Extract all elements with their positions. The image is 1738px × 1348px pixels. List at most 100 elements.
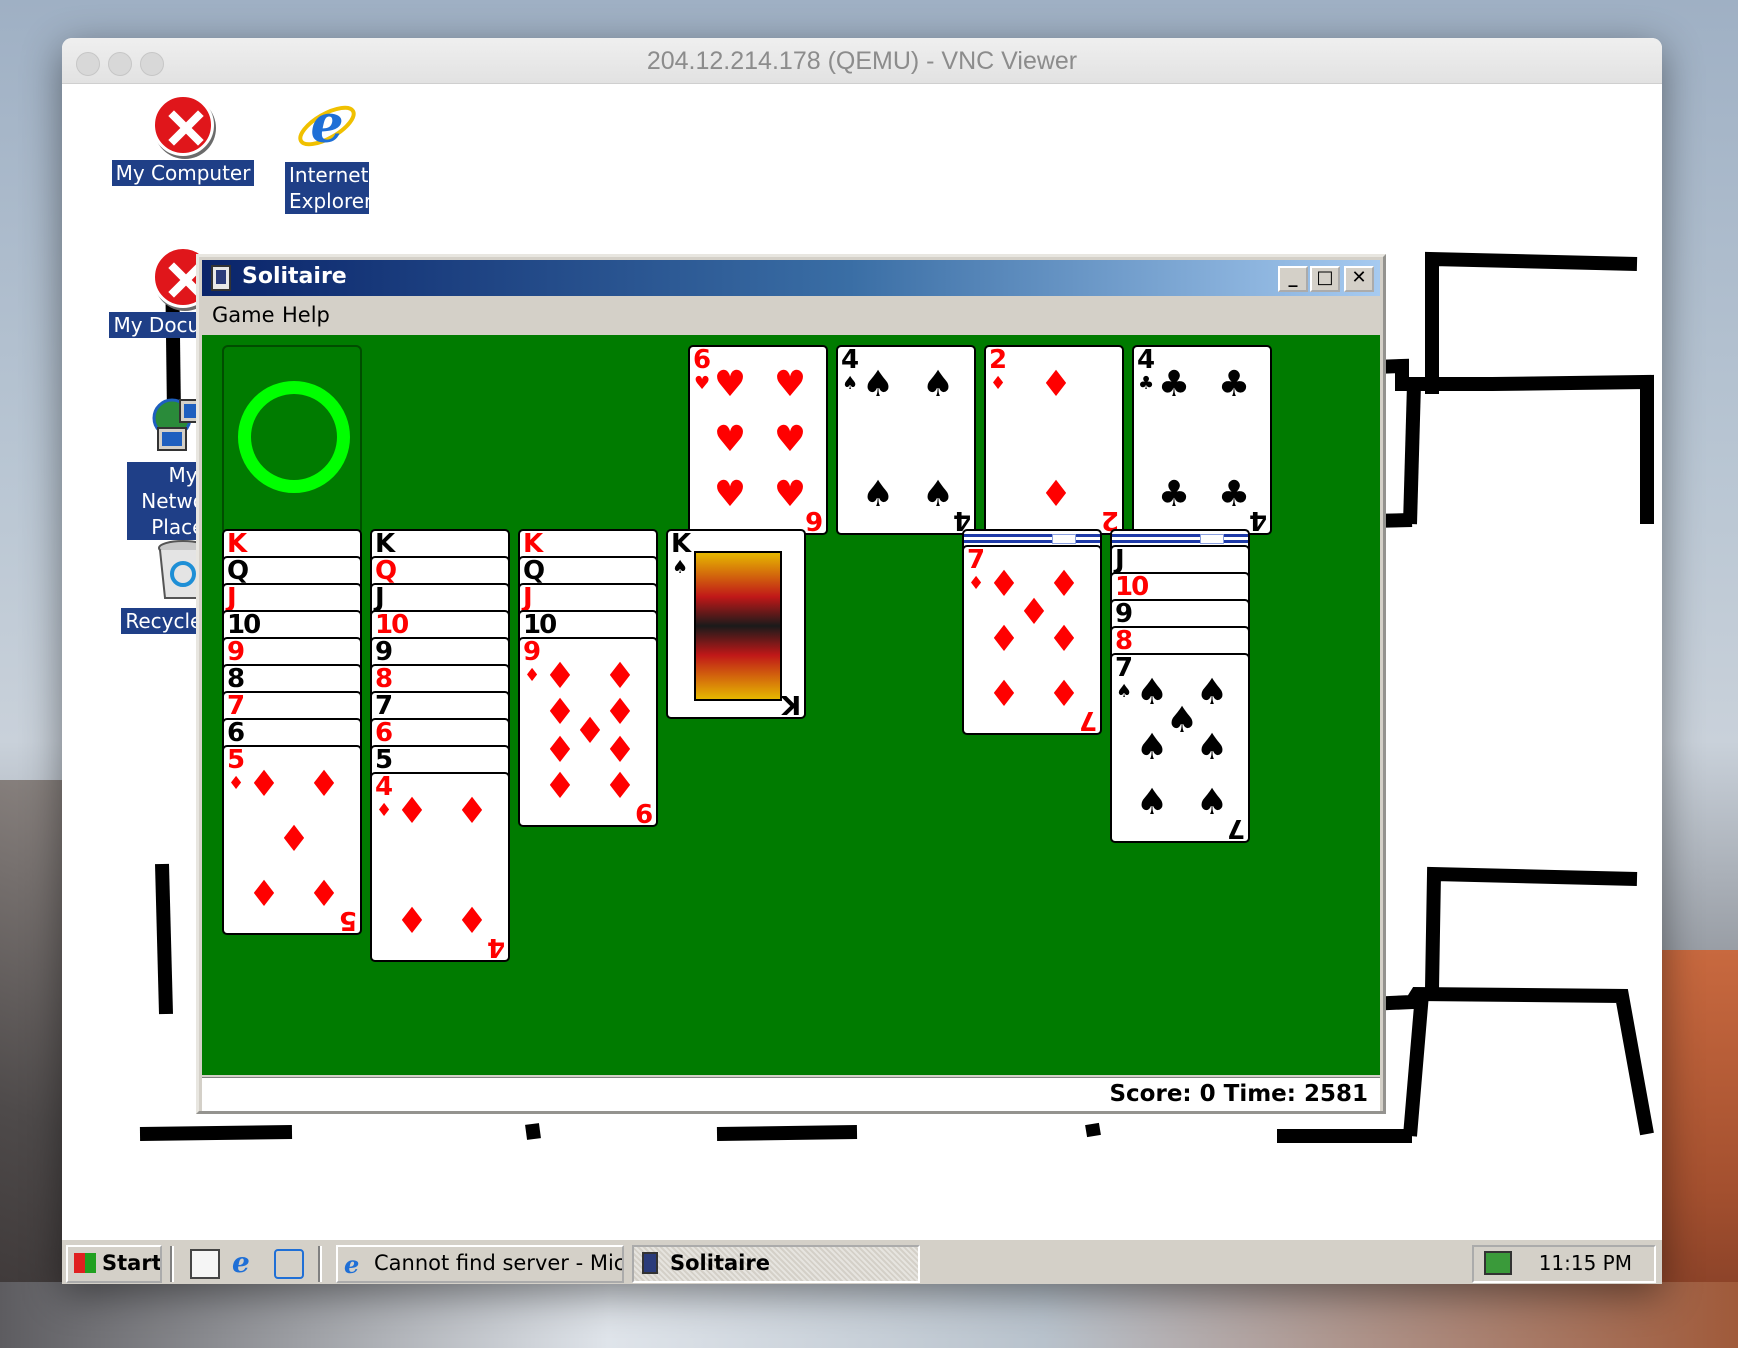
drawing-stroke bbox=[716, 1125, 858, 1141]
card-pip: ♦ bbox=[987, 619, 1021, 660]
card-pip: ♦ bbox=[395, 901, 429, 942]
solitaire-titlebar[interactable]: Solitaire _ □ ✕ bbox=[202, 260, 1380, 296]
svg-text:e: e bbox=[310, 94, 343, 155]
close-button[interactable]: ✕ bbox=[1344, 266, 1374, 292]
card-rank: Q bbox=[375, 556, 397, 586]
maximize-button[interactable]: □ bbox=[1310, 266, 1340, 292]
card-rank: J bbox=[227, 583, 237, 613]
card-pip: ♦ bbox=[543, 730, 577, 771]
clock: 11:15 PM bbox=[1538, 1251, 1632, 1275]
card-rank: 7 bbox=[375, 691, 393, 721]
solitaire-window: Solitaire _ □ ✕ Game Help 6 ♥ 6 ♥ ♥ ♥ ♥ ♥ ♥ 4 ♠ 4 ♠ ♠… bbox=[196, 254, 1386, 1114]
card-pip: ♦ bbox=[603, 730, 637, 771]
card-rank: 6 bbox=[375, 718, 393, 748]
card-pip: ♦ bbox=[395, 791, 429, 832]
playing-card[interactable]: 7 ♦ 7 ♦ ♦ ♦ ♦ ♦ ♦ ♦ bbox=[962, 545, 1102, 735]
vnc-titlebar[interactable]: 204.12.214.178 (QEMU) - VNC Viewer bbox=[62, 38, 1662, 84]
playing-card[interactable]: 4 ♣ 4 ♣ ♣ ♣ ♣ bbox=[1132, 345, 1272, 535]
solitaire-play-area[interactable]: 6♥6♥♥♥♥♥♥4♠4♠♠♠♠2♦2♦♦4♣4♣♣♣♣K♥Q♠J♥10♠9♥8… bbox=[202, 335, 1380, 1075]
windows-desktop[interactable]: My Computer e Internet Explorer My Docum… bbox=[62, 84, 1662, 1284]
show-desktop-icon[interactable] bbox=[190, 1249, 220, 1279]
card-pip: ♦ bbox=[987, 674, 1021, 715]
network-tray-icon[interactable] bbox=[1484, 1251, 1512, 1275]
desktop-icon-label: Internet Explorer bbox=[285, 162, 372, 214]
card-pip: ♦ bbox=[1039, 474, 1073, 515]
card-rank: J bbox=[375, 583, 385, 613]
playing-card[interactable]: 6 ♥ 6 ♥ ♥ ♥ ♥ ♥ ♥ bbox=[688, 345, 828, 535]
solitaire-title: Solitaire bbox=[242, 264, 347, 289]
card-suit-icon: ♠ bbox=[1116, 681, 1133, 702]
taskbar-separator bbox=[318, 1246, 322, 1282]
card-pip: ♣ bbox=[1217, 364, 1251, 405]
card-rank: K bbox=[375, 529, 395, 559]
internet-explorer-icon: e bbox=[298, 94, 356, 155]
card-pip: ♦ bbox=[277, 819, 311, 860]
internet-explorer-quicklaunch-icon[interactable]: e bbox=[232, 1249, 262, 1279]
card-pip: ♦ bbox=[1047, 674, 1081, 715]
card-pip: ♠ bbox=[1195, 782, 1229, 823]
drawing-stroke bbox=[139, 1125, 293, 1141]
playing-card[interactable]: 4 ♠ 4 ♠ ♠ ♠ ♠ bbox=[836, 345, 976, 535]
card-rank: J bbox=[523, 583, 533, 613]
card-pip: ♠ bbox=[921, 474, 955, 515]
minimize-button[interactable]: _ bbox=[1278, 266, 1308, 292]
card-rank: 7 bbox=[227, 691, 245, 721]
card-pip: ♣ bbox=[1157, 364, 1191, 405]
solitaire-app-icon bbox=[642, 1252, 658, 1274]
face-card-art bbox=[694, 551, 782, 701]
playing-card[interactable]: K ♠ K bbox=[666, 529, 806, 719]
playing-card[interactable]: 2 ♦ 2 ♦ ♦ bbox=[984, 345, 1124, 535]
desktop-icon-internet-explorer[interactable]: e Internet Explorer bbox=[252, 94, 402, 214]
card-rank: 6 bbox=[693, 345, 711, 375]
card-rank: K bbox=[227, 529, 247, 559]
menu-help[interactable]: Help bbox=[282, 303, 330, 327]
card-pip: ♦ bbox=[543, 656, 577, 697]
card-pip: ♠ bbox=[1195, 727, 1229, 768]
card-pip: ♠ bbox=[1135, 782, 1169, 823]
playing-card[interactable]: 4 ♦ 4 ♦ ♦ ♦ ♦ bbox=[370, 772, 510, 962]
card-rank: 8 bbox=[1115, 626, 1133, 656]
card-pip: ♦ bbox=[543, 766, 577, 807]
card-rank: 5 bbox=[375, 745, 393, 775]
menu-game[interactable]: Game bbox=[212, 303, 275, 327]
taskbar-task-ie[interactable]: e Cannot find server - Micr... bbox=[336, 1245, 624, 1283]
card-rank: 9 bbox=[375, 637, 393, 667]
card-pip: ♦ bbox=[247, 764, 281, 805]
card-pip: ♠ bbox=[1135, 727, 1169, 768]
card-suit-icon: ♦ bbox=[990, 373, 1007, 394]
solitaire-statusbar: Score: 0 Time: 2581 bbox=[202, 1077, 1380, 1111]
card-pip: ♦ bbox=[1039, 364, 1073, 405]
minimize-icon: _ bbox=[1288, 267, 1298, 288]
card-rank: 6 bbox=[227, 718, 245, 748]
start-button[interactable]: Start bbox=[66, 1245, 162, 1283]
stock-pile-empty[interactable] bbox=[222, 345, 362, 535]
card-rank: Q bbox=[523, 556, 545, 586]
card-rank: K bbox=[671, 529, 691, 559]
score-time-status: Score: 0 Time: 2581 bbox=[1109, 1081, 1368, 1107]
start-label: Start bbox=[102, 1251, 162, 1275]
desktop-icon-my-computer[interactable]: My Computer bbox=[108, 94, 258, 186]
card-pip: ♦ bbox=[603, 766, 637, 807]
drawing-stroke bbox=[525, 1123, 541, 1140]
card-pip: ♣ bbox=[1217, 474, 1251, 515]
card-pip: ♦ bbox=[455, 791, 489, 832]
card-rank: 10 bbox=[375, 610, 409, 640]
taskbar-task-solitaire[interactable]: Solitaire bbox=[632, 1245, 920, 1283]
error-icon bbox=[152, 94, 214, 156]
playing-card[interactable]: 9 ♦ 9 ♦ ♦ ♦ ♦ ♦ ♦ ♦ ♦ ♦ bbox=[518, 637, 658, 827]
card-pip: ♦ bbox=[247, 874, 281, 915]
outlook-express-icon[interactable] bbox=[274, 1249, 304, 1279]
card-suit-icon: ♣ bbox=[1138, 373, 1155, 394]
card-rank: 7 bbox=[1115, 653, 1133, 683]
playing-card[interactable]: 5 ♦ 5 ♦ ♦ ♦ ♦ ♦ bbox=[222, 745, 362, 935]
card-pip: ♥ bbox=[713, 364, 747, 405]
taskbar-separator bbox=[170, 1246, 174, 1282]
playing-card[interactable]: 7 ♠ 7 ♠ ♠ ♠ ♠ ♠ ♠ ♠ bbox=[1110, 653, 1250, 843]
card-rank: 10 bbox=[227, 610, 261, 640]
card-rank: 10 bbox=[523, 610, 557, 640]
card-suit-icon: ♦ bbox=[524, 665, 541, 686]
card-suit-icon: ♠ bbox=[842, 373, 859, 394]
card-rank: 9 bbox=[523, 637, 541, 667]
card-pip: ♥ bbox=[713, 419, 747, 460]
vnc-viewer-window: 204.12.214.178 (QEMU) - VNC Viewer My Co… bbox=[62, 38, 1662, 1284]
